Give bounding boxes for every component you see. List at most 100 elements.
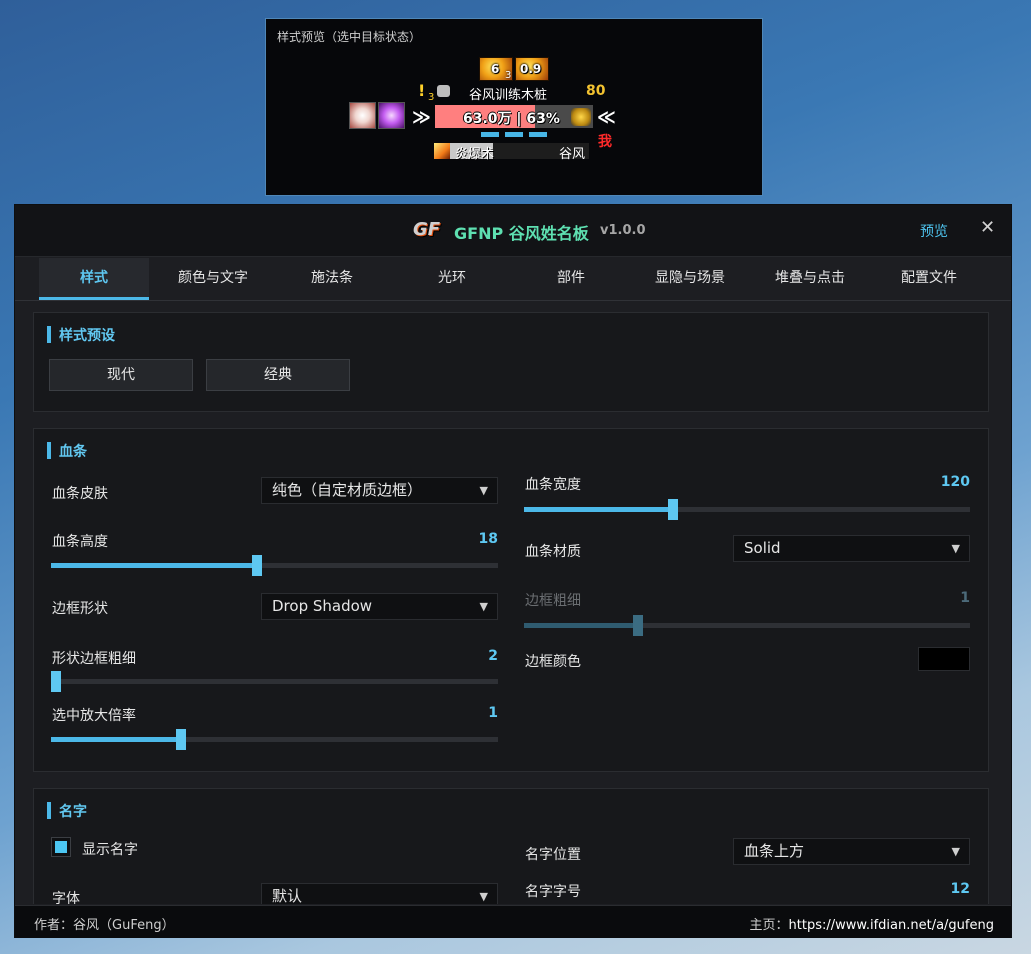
section-heading: 血条 [47, 441, 87, 461]
health-bar: 63.0万 | 63% [435, 105, 593, 128]
cast-target-name: 谷风 [558, 147, 585, 162]
style-presets-section: 样式预设 现代 经典 [33, 312, 989, 412]
dropdown-value: 默认 [272, 887, 303, 904]
homepage-label: 主页： [749, 918, 789, 933]
healthbar-width-slider[interactable] [524, 499, 970, 520]
name-size-value: 12 [950, 881, 970, 897]
combo-point [481, 132, 499, 137]
quest-count: 3 [428, 92, 435, 103]
style-preview-panel: 样式预览（选中目标状态） 6 3 0.9 ! 3 谷风训练木桩 80 ≫ 63.… [265, 18, 763, 196]
app-title: GFNP 谷风姓名板 [454, 224, 589, 243]
border-width-value: 1 [960, 590, 970, 606]
settings-window: GF GFNP 谷风姓名板 v1.0.0 预览 ✕ 样式 颜色与文字 施法条 光… [14, 204, 1012, 938]
healthbar-texture-label: 血条材质 [525, 544, 581, 560]
author-credit: 作者：谷风（GuFeng） [34, 918, 175, 933]
buff-icon: 0.9 [515, 57, 549, 81]
tab-bar: 样式 颜色与文字 施法条 光环 部件 显隐与场景 堆叠与点击 配置文件 [15, 258, 1011, 301]
healthbar-height-value: 18 [478, 531, 498, 547]
quest-icon: ! [418, 81, 426, 100]
dropdown-value: Drop Shadow [272, 597, 373, 615]
target-arrow-left-icon: ≫ [412, 107, 431, 128]
buff-stack-count: 3 [505, 70, 512, 81]
healthbar-height-label: 血条高度 [52, 534, 108, 550]
dice-icon [437, 85, 450, 97]
chevron-down-icon: ▼ [951, 542, 960, 555]
tab-stacking[interactable]: 堆叠与点击 [755, 258, 865, 300]
preview-title: 样式预览（选中目标状态） [277, 30, 422, 44]
slider-thumb[interactable] [668, 499, 679, 520]
healthbar-texture-dropdown[interactable]: Solid ▼ [733, 535, 970, 562]
border-width-label: 边框粗细 [525, 593, 581, 609]
cast-spell-name: 炎爆术 [455, 147, 495, 162]
shape-border-width-slider[interactable] [51, 671, 498, 692]
buff-duration: 0.9 [520, 62, 542, 76]
targeting-me-label: 我 [598, 134, 612, 150]
target-arrow-right-icon: ≪ [597, 107, 616, 128]
tab-style[interactable]: 样式 [39, 258, 149, 300]
tab-visibility[interactable]: 显隐与场景 [635, 258, 745, 300]
show-name-label: 显示名字 [82, 842, 138, 858]
font-dropdown[interactable]: 默认 ▼ [261, 883, 498, 904]
chevron-down-icon: ▼ [479, 484, 488, 497]
section-heading: 名字 [47, 801, 87, 821]
name-section: 名字 显示名字 字体 默认 ▼ 名字位置 血条上方 ▼ 名字字号 12 [33, 788, 989, 904]
border-color-label: 边框颜色 [525, 654, 581, 670]
tab-widgets[interactable]: 部件 [516, 258, 626, 300]
show-name-checkbox[interactable] [51, 837, 71, 857]
homepage-info: 主页：https://www.ifdian.net/a/gufeng [750, 914, 994, 933]
chevron-down-icon: ▼ [479, 890, 488, 903]
app-logo: GF [413, 219, 441, 240]
preview-toggle-button[interactable]: 预览 [920, 221, 948, 241]
section-heading: 样式预设 [47, 325, 115, 345]
shape-border-width-value: 2 [488, 648, 498, 664]
slider-thumb[interactable] [251, 555, 262, 576]
selected-scale-label: 选中放大倍率 [52, 708, 136, 724]
homepage-link[interactable]: https://www.ifdian.net/a/gufeng [789, 918, 994, 933]
dropdown-value: Solid [744, 539, 781, 557]
preset-classic-button[interactable]: 经典 [206, 359, 350, 391]
healthbar-height-slider[interactable] [51, 555, 498, 576]
combo-point [505, 132, 523, 137]
debuff-icon [349, 102, 376, 129]
border-color-swatch[interactable] [918, 647, 970, 671]
name-size-label: 名字字号 [525, 884, 581, 900]
tab-colors-text[interactable]: 颜色与文字 [158, 258, 268, 300]
buff-icon: 6 3 [479, 57, 513, 81]
dropdown-value: 纯色（自定材质边框） [272, 481, 423, 499]
selected-scale-slider[interactable] [51, 729, 498, 750]
chevron-down-icon: ▼ [479, 600, 488, 613]
target-level: 80 [586, 83, 606, 99]
slider-thumb[interactable] [632, 615, 643, 636]
preset-modern-button[interactable]: 现代 [49, 359, 193, 391]
debuff-icon [378, 102, 405, 129]
target-name: 谷风训练木桩 [469, 88, 548, 103]
tab-auras[interactable]: 光环 [397, 258, 507, 300]
slider-thumb[interactable] [175, 729, 186, 750]
shape-border-width-label: 形状边框粗细 [52, 651, 136, 667]
buff-duration: 6 [491, 62, 500, 76]
title-bar[interactable]: GF GFNP 谷风姓名板 v1.0.0 预览 ✕ [15, 205, 1011, 257]
footer: 作者：谷风（GuFeng） 主页：https://www.ifdian.net/… [15, 905, 1011, 938]
selected-scale-value: 1 [488, 705, 498, 721]
health-text: 63.0万 | 63% [463, 111, 560, 127]
raid-marker-icon [571, 108, 591, 126]
chevron-down-icon: ▼ [951, 845, 960, 858]
combo-point [529, 132, 547, 137]
app-version: v1.0.0 [600, 223, 646, 238]
border-shape-dropdown[interactable]: Drop Shadow ▼ [261, 593, 498, 620]
fireball-icon [434, 143, 450, 159]
border-width-slider[interactable] [524, 615, 970, 636]
healthbar-skin-dropdown[interactable]: 纯色（自定材质边框） ▼ [261, 477, 498, 504]
healthbar-width-value: 120 [940, 474, 970, 490]
name-position-dropdown[interactable]: 血条上方 ▼ [733, 838, 970, 865]
border-shape-label: 边框形状 [52, 601, 108, 617]
tab-castbar[interactable]: 施法条 [277, 258, 387, 300]
close-icon[interactable]: ✕ [980, 217, 995, 238]
healthbar-width-label: 血条宽度 [525, 477, 581, 493]
cast-bar: 炎爆术 谷风 [434, 143, 589, 162]
slider-thumb[interactable] [51, 671, 61, 692]
healthbar-section: 血条 血条皮肤 纯色（自定材质边框） ▼ 血条高度 18 边框形状 Drop S… [33, 428, 989, 772]
tab-profiles[interactable]: 配置文件 [874, 258, 984, 300]
name-position-label: 名字位置 [525, 847, 581, 863]
font-label: 字体 [52, 891, 80, 904]
